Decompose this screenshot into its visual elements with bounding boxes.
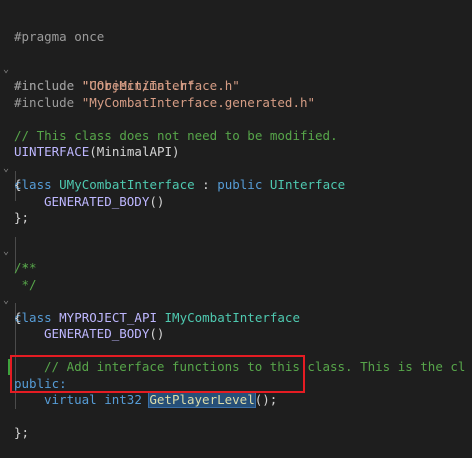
code-line: { — [0, 161, 30, 192]
code-line: }; — [0, 194, 30, 225]
code-line: * — [0, 244, 30, 275]
close-brace: }; — [14, 210, 30, 225]
code-line: { — [0, 293, 30, 325]
class-name: UMyCombatInterface — [59, 177, 195, 192]
code-line: UINTERFACE(MinimalAPI) — [0, 128, 180, 159]
code-line: #include "MyCombatInterface.generated.h" — [0, 78, 315, 110]
generated-body-macro: GENERATED_BODY — [44, 193, 150, 209]
code-line: GENERATED_BODY() — [0, 310, 164, 341]
semicolon: ; — [269, 392, 278, 407]
api-macro: MYPROJECT_API — [59, 309, 165, 325]
code-line: */ — [0, 260, 37, 292]
code-line: ⌄ /** — [0, 227, 37, 276]
macro-args: (MinimalAPI) — [89, 144, 180, 159]
code-line: #include "UObject/Interface.h" — [0, 62, 240, 93]
code-line: GENERATED_BODY() — [0, 177, 164, 209]
base-class-name: UInterface — [269, 177, 346, 192]
return-type: int32 — [104, 392, 150, 407]
public-keyword: public — [217, 177, 270, 192]
include-path: "MyCombatInterface.generated.h" — [81, 94, 316, 110]
macro-parens: () — [149, 193, 165, 209]
code-line: ⌄ #include "CoreMinimal.h" — [0, 45, 195, 94]
code-line: ⌄ class UMyCombatInterface : public UInt… — [0, 144, 345, 193]
annotation-highlight-box — [10, 355, 305, 393]
include-path: "UObject/Interface.h" — [81, 78, 240, 93]
code-line: #pragma once — [0, 12, 104, 44]
code-editor[interactable]: #pragma once ⌄ #include "CoreMinimal.h" … — [0, 0, 472, 441]
comment: // This class does not need to be modifi… — [14, 127, 338, 143]
code-line: // This class does not need to be modifi… — [0, 111, 338, 143]
function-parens: () — [254, 392, 270, 407]
close-brace: }; — [14, 425, 30, 440]
code-line: ⌄ class MYPROJECT_API IMyCombatInterface — [0, 277, 300, 325]
macro-parens: () — [149, 326, 165, 341]
pragma-directive: #pragma once — [14, 28, 105, 44]
inheritance-colon: : — [194, 177, 218, 192]
code-line: }; — [0, 409, 30, 440]
class-name: IMyCombatInterface — [164, 309, 300, 325]
function-name-selected[interactable]: GetPlayerLevel — [148, 391, 256, 408]
include-keyword: #include — [14, 94, 82, 110]
virtual-keyword: virtual — [44, 392, 105, 407]
generated-body-macro: GENERATED_BODY — [44, 326, 150, 341]
